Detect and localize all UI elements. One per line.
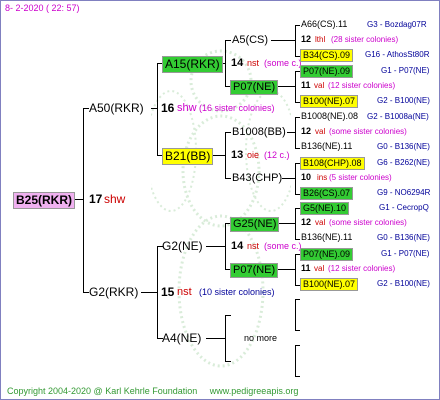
gen4-queen-name[interactable]: B100(NE).07 <box>300 95 359 108</box>
bee-watermark-icon <box>151 49 291 368</box>
gen4-note: val <box>314 264 325 273</box>
gen4-count: 11 <box>301 80 311 90</box>
gen4-detail: (12 sister colonies) <box>328 264 396 273</box>
gen3-queen-name[interactable]: B43(CHP) <box>232 172 282 185</box>
gen4-queen-id: G2 - B100(NE) <box>377 279 430 288</box>
gen4-queen-id: G1 - P07(NE) <box>381 249 430 258</box>
root-queen-name[interactable]: B25(RKR) <box>13 192 76 209</box>
footer-url-link[interactable]: www.pedigreeapis.org <box>210 386 299 396</box>
gen4-queen-name[interactable]: P07(NE).09 <box>300 65 354 78</box>
gen4-queen-id: G1 - CecropQ <box>379 203 429 212</box>
gen1-count: 15 <box>161 285 175 299</box>
gen3-queen-name[interactable]: P07(NE) <box>230 263 279 278</box>
gen1-queen-name[interactable]: G2(RKR) <box>89 285 138 300</box>
gen3-queen-name[interactable]: G25(NE) <box>230 217 280 232</box>
gen2-count: 13 <box>231 149 244 161</box>
gen2-detail: (12 c.) <box>264 150 290 160</box>
gen4-detail: (some sister colonies) <box>329 127 407 136</box>
gen2-note: nst <box>247 241 260 251</box>
gen2-count: 14 <box>231 240 244 252</box>
gen4-queen-name[interactable]: B34(CS).09 <box>300 49 354 62</box>
gen2-count: 14 <box>231 57 244 69</box>
gen2-queen-name[interactable]: G2(NE) <box>162 239 203 254</box>
footer-copyright: Copyright 2004-2020 @ Karl Kehrle Founda… <box>7 386 198 396</box>
gen4-count: 12 <box>301 34 312 44</box>
gen4-queen-id: G1 - P07(NE) <box>381 66 430 75</box>
gen2-detail: (some c.) <box>264 241 302 251</box>
gen1-detail: (10 sister colonies) <box>199 287 275 297</box>
gen4-queen-id: G9 - NO6294R <box>377 188 431 197</box>
gen2-note: nst <box>247 58 260 68</box>
gen3-queen-name[interactable]: A5(CS) <box>232 34 268 47</box>
pedigree-frame: 8- 2-2020 ( 22: 57) B25(RKR) 17 shw A50(… <box>0 0 440 400</box>
root-count: 17 <box>89 192 103 206</box>
gen3-queen-name[interactable]: B1008(BB) <box>232 126 286 139</box>
gen4-queen-name[interactable]: B1008(NE).08 <box>301 111 358 122</box>
gen4-count: 10 <box>301 172 312 182</box>
gen1-note: nst <box>177 286 192 298</box>
gen2-detail: (some c.) <box>264 58 302 68</box>
gen4-queen-id: G2 - B1008a(NE) <box>367 112 429 121</box>
gen1-detail: (16 sister colonies) <box>199 103 275 113</box>
gen4-detail: (12 sister colonies) <box>328 81 396 90</box>
gen4-queen-id: G0 - B136(NE) <box>377 233 430 242</box>
gen4-queen-id: G3 - Bozdag07R <box>367 20 427 29</box>
gen4-queen-name[interactable]: A66(CS).11 <box>301 19 347 30</box>
gen4-queen-id: G2 - B100(NE) <box>377 96 430 105</box>
gen4-detail: (some sister colonies) <box>329 218 407 227</box>
gen4-queen-name[interactable]: B136(NE).11 <box>301 232 352 243</box>
gen4-note: val <box>315 218 326 227</box>
gen4-queen-name[interactable]: B26(CS).07 <box>300 187 354 200</box>
gen4-queen-name[interactable]: G5(NE).10 <box>300 202 350 215</box>
gen2-note: oie <box>247 150 260 160</box>
gen4-note: lthl <box>315 35 326 44</box>
gen1-count: 16 <box>161 101 175 115</box>
gen4-queen-id: G6 - B262(NE) <box>377 158 430 167</box>
gen4-detail: (5 sister colonies) <box>329 173 392 182</box>
footer: Copyright 2004-2020 @ Karl Kehrle Founda… <box>7 386 298 396</box>
gen2-queen-name[interactable]: A15(RKR) <box>162 56 223 73</box>
gen1-note: shw <box>177 102 197 114</box>
gen4-queen-name[interactable]: B100(NE).07 <box>300 278 359 291</box>
header-date: 8- 2-2020 ( 22: 57) <box>5 3 80 13</box>
root-note: shw <box>104 192 126 206</box>
gen4-note: val <box>315 127 326 136</box>
gen4-queen-name[interactable]: B136(NE).11 <box>301 141 352 152</box>
gen1-queen-name[interactable]: A50(RKR) <box>89 101 144 116</box>
gen4-detail: (28 sister colonies) <box>331 35 399 44</box>
gen4-note: ins <box>317 173 328 182</box>
gen4-count: 12 <box>301 217 312 227</box>
gen4-queen-name[interactable]: B108(CHP).08 <box>300 157 365 170</box>
gen4-queen-id: G16 - AthosSt80R <box>365 50 430 59</box>
gen2-queen-name[interactable]: B21(BB) <box>162 148 214 165</box>
gen3-queen-name[interactable]: P07(NE) <box>230 80 279 95</box>
gen4-note: val <box>314 81 325 90</box>
gen4-count: 11 <box>301 263 311 273</box>
gen4-queen-id: G0 - B136(NE) <box>377 142 430 151</box>
gen4-count: 12 <box>301 126 312 136</box>
no-more-label: no more <box>244 333 278 343</box>
gen2-queen-name[interactable]: A4(NE) <box>162 331 201 346</box>
gen4-queen-name[interactable]: P07(NE).09 <box>300 248 354 261</box>
